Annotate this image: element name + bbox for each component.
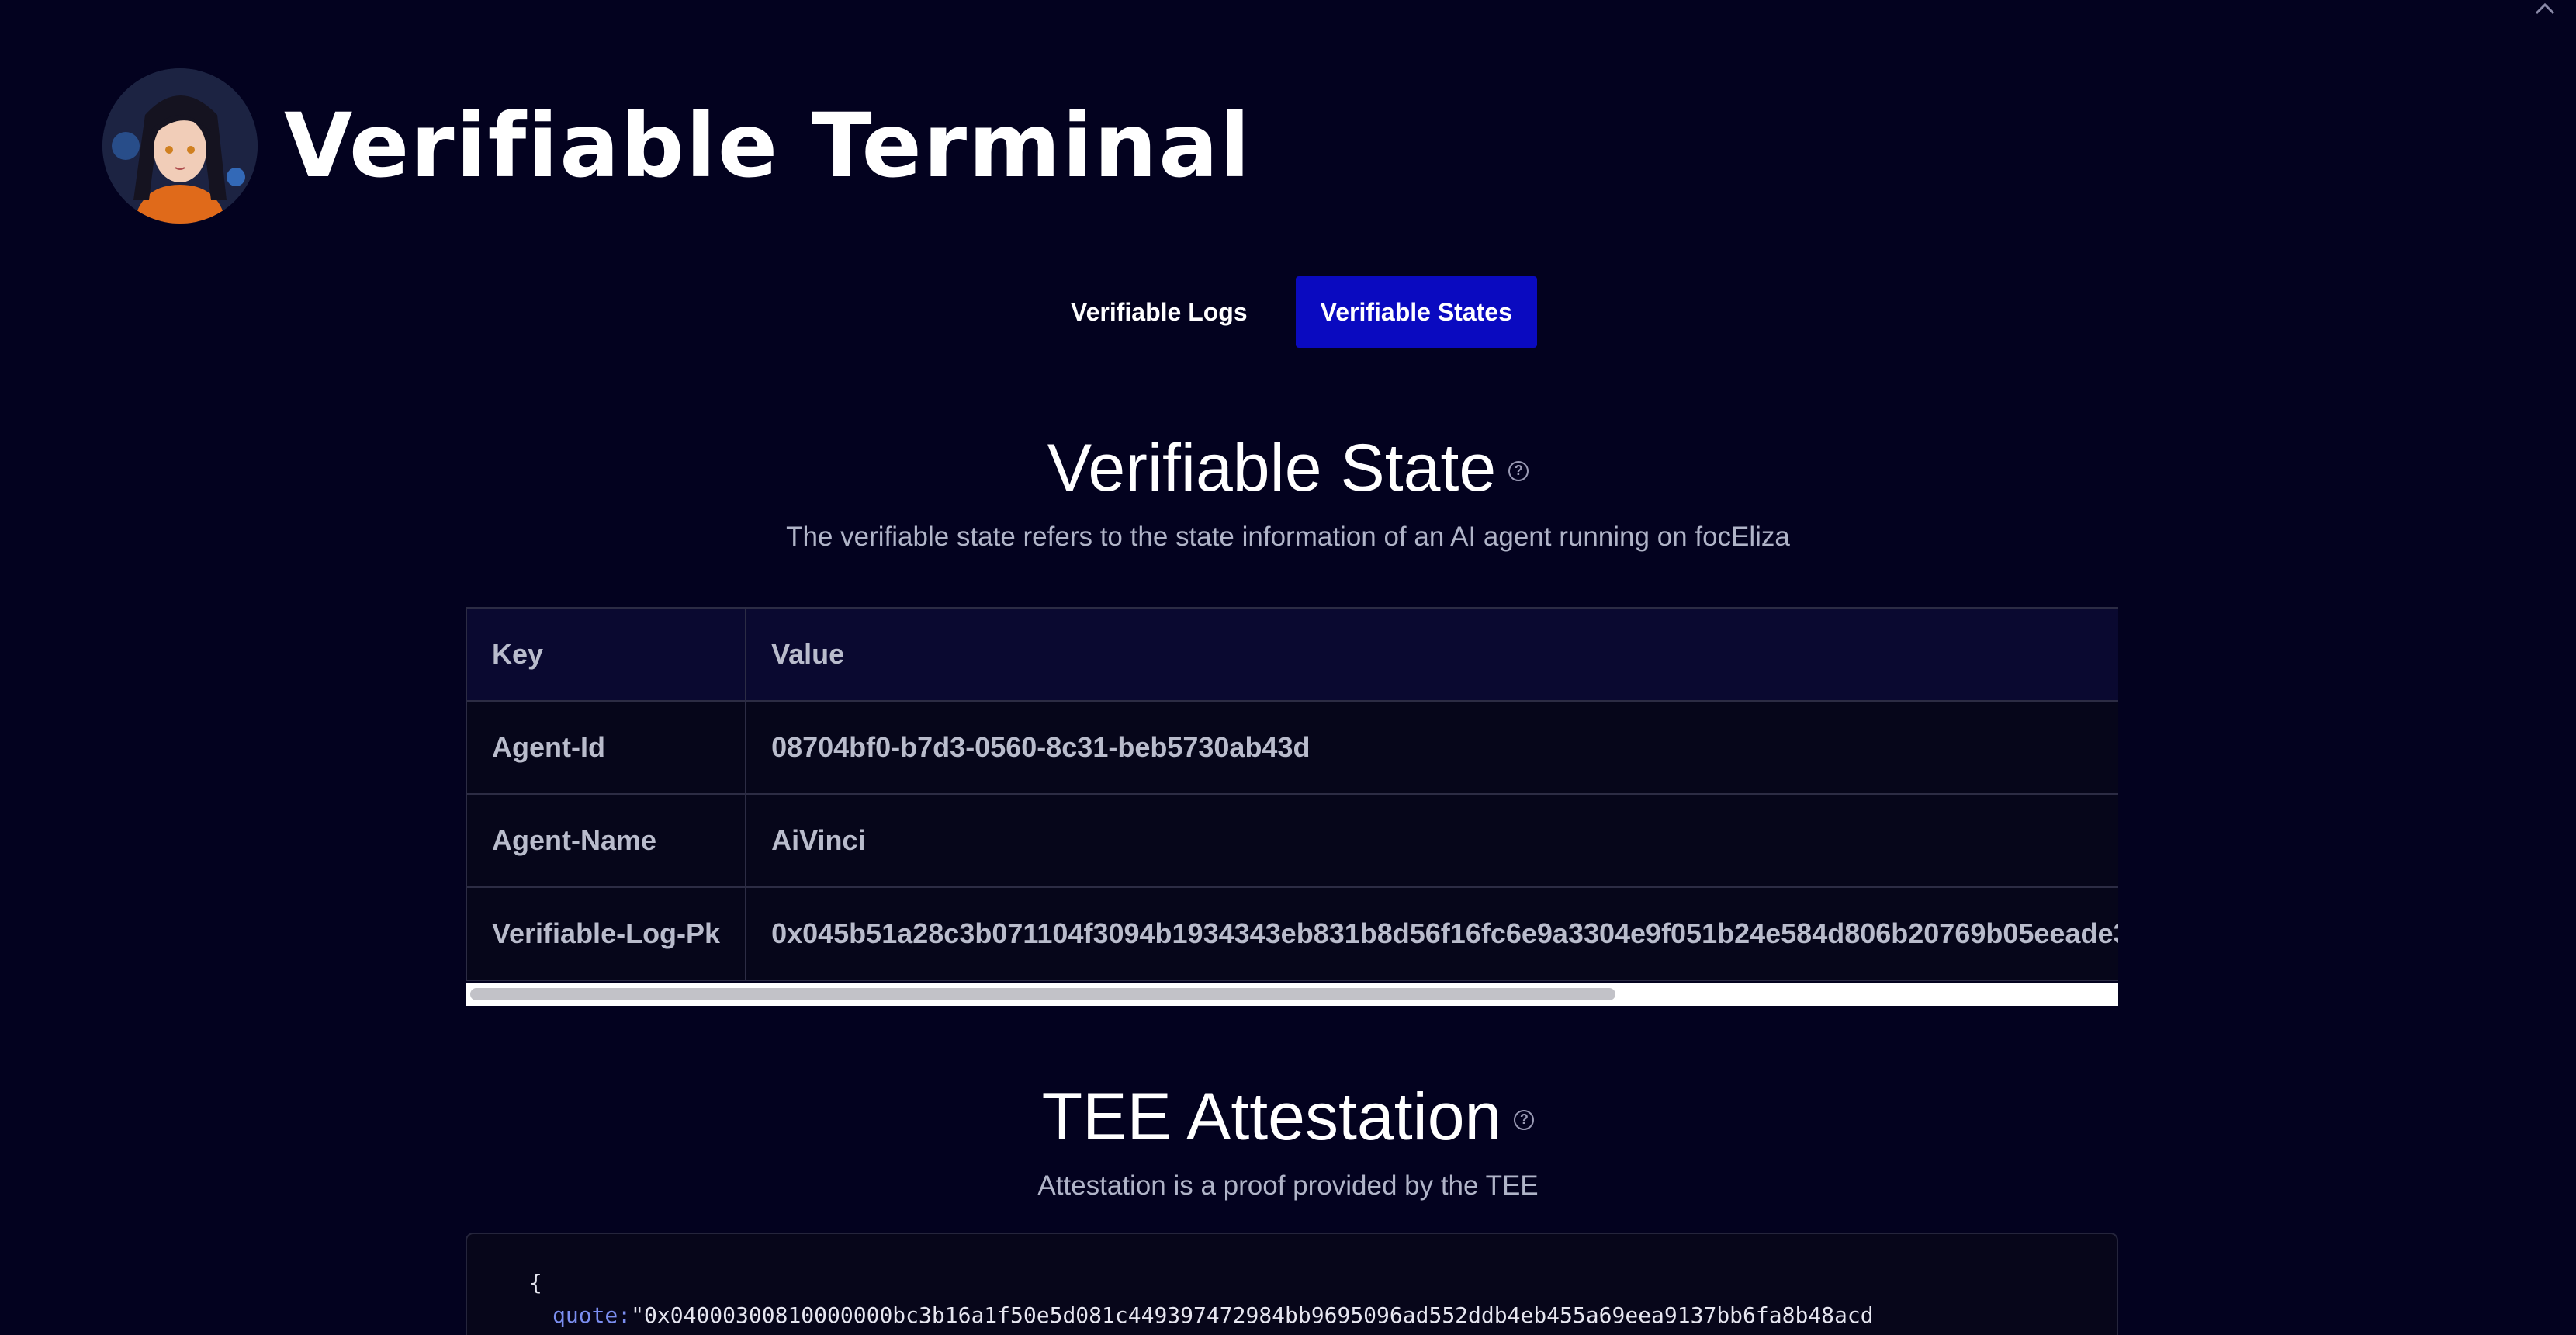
tee-attestation-title: TEE Attestation: [1041, 1080, 1502, 1154]
code-key: quote:: [552, 1302, 632, 1328]
code-quote-line: quote:"0x04000300810000000bc3b16a1f50e5d…: [529, 1302, 2117, 1335]
row-value: 08704bf0-b7d3-0560-8c31-beb5730ab43d: [745, 700, 2118, 795]
app-title: Verifiable Terminal: [284, 94, 1252, 197]
state-table: Key Value Agent-Id 08704bf0-b7d3-0560-8c…: [466, 607, 2118, 981]
table-row: Agent-Id 08704bf0-b7d3-0560-8c31-beb5730…: [466, 700, 2118, 795]
page: Verifiable Terminal Verifiable Logs Veri…: [0, 0, 2576, 1335]
help-icon[interactable]: ?: [1508, 460, 1529, 481]
code-value: "0x04000300810000000bc3b16a1f50e5d081c44…: [631, 1302, 1874, 1328]
verifiable-state-subtitle: The verifiable state refers to the state…: [786, 522, 1790, 552]
state-table-container: Key Value Agent-Id 08704bf0-b7d3-0560-8c…: [466, 607, 2118, 1006]
tab-bar: Verifiable Logs Verifiable States: [1046, 276, 1537, 348]
row-value: 0x045b51a28c3b071104f3094b1934343eb831b8…: [745, 886, 2118, 981]
horizontal-scrollbar[interactable]: [466, 983, 2118, 1006]
row-key: Agent-Id: [466, 700, 747, 795]
column-header-key: Key: [466, 607, 747, 702]
tee-attestation-heading: TEE Attestation ?: [0, 1079, 2576, 1156]
verifiable-state-heading: Verifiable State ?: [0, 430, 2576, 507]
code-open-brace: {: [529, 1270, 542, 1295]
attestation-code-block: { quote:"0x04000300810000000bc3b16a1f50e…: [466, 1233, 2118, 1335]
chevron-up-icon: [2535, 2, 2555, 15]
app-header: Verifiable Terminal: [102, 68, 1252, 224]
help-icon[interactable]: ?: [1514, 1109, 1535, 1130]
table-header-row: Key Value: [466, 607, 2118, 702]
table-row: Verifiable-Log-Pk 0x045b51a28c3b071104f3…: [466, 886, 2118, 981]
scrollbar-thumb[interactable]: [470, 988, 1615, 1000]
column-header-value: Value: [745, 607, 2118, 702]
table-row: Agent-Name AiVinci: [466, 793, 2118, 888]
row-key: Verifiable-Log-Pk: [466, 886, 747, 981]
row-key: Agent-Name: [466, 793, 747, 888]
avatar: [102, 68, 258, 224]
tab-verifiable-states[interactable]: Verifiable States: [1295, 276, 1537, 348]
tab-verifiable-logs[interactable]: Verifiable Logs: [1046, 276, 1272, 348]
collapse-button[interactable]: [2529, 0, 2560, 20]
verifiable-state-title: Verifiable State: [1047, 431, 1497, 505]
tee-attestation-subtitle: Attestation is a proof provided by the T…: [1037, 1170, 1539, 1201]
row-value: AiVinci: [745, 793, 2118, 888]
